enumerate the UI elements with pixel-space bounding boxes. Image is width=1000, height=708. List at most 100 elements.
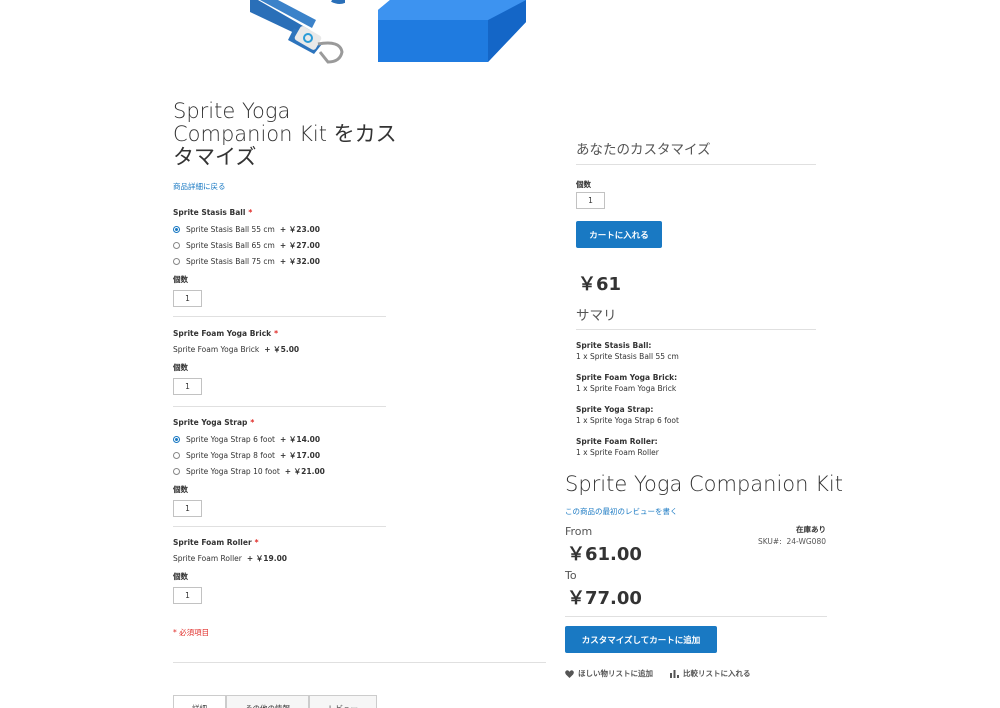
qty-label: 個数 xyxy=(173,485,188,494)
option-choice[interactable]: Sprite Yoga Strap 10 foot + ￥21.00 xyxy=(173,463,325,479)
radio-button[interactable] xyxy=(173,435,180,443)
summary-title: サマリ xyxy=(576,308,617,324)
tab-details[interactable]: 詳細 xyxy=(173,695,226,708)
qty-label: 個数 xyxy=(173,275,188,284)
sku: SKU#: 24-WG080 xyxy=(726,537,826,546)
product-name: Sprite Yoga Companion Kit xyxy=(565,472,843,496)
page-title-line: タマイズ xyxy=(173,145,257,169)
stock-status: 在庫あり xyxy=(796,525,826,534)
tab-reviews[interactable]: レビュー xyxy=(309,695,377,708)
summary-item-value: 1 x Sprite Foam Roller xyxy=(576,448,659,457)
required-star: * xyxy=(254,538,259,547)
choice-price: + ￥19.00 xyxy=(246,553,288,563)
qty-input[interactable]: 1 xyxy=(173,587,202,604)
sku-label: SKU#: xyxy=(757,537,782,546)
qty-input[interactable]: 1 xyxy=(173,290,202,307)
customization-title: あなたのカスタマイズ xyxy=(576,142,711,158)
radio-button[interactable] xyxy=(173,451,180,459)
page-title: Sprite Yoga Companion Kit をカス タマイズ xyxy=(173,100,403,169)
option-label: Sprite Stasis Ball * xyxy=(173,208,320,217)
back-to-details-link[interactable]: 商品詳細に戻る xyxy=(173,181,226,192)
option-choice[interactable]: Sprite Stasis Ball 55 cm + ￥23.00 xyxy=(173,221,320,237)
page-title-line: Companion Kit をカス xyxy=(173,122,397,146)
write-review-link[interactable]: この商品の最初のレビューを書く xyxy=(565,506,678,517)
add-to-compare-link[interactable]: 比較リストに入れる xyxy=(670,668,751,679)
option-choice[interactable]: Sprite Yoga Strap 6 foot + ￥14.00 xyxy=(173,431,325,447)
choice-name: Sprite Stasis Ball 75 cm xyxy=(186,256,275,266)
option-label: Sprite Yoga Strap * xyxy=(173,418,325,427)
summary-item: Sprite Stasis Ball: 1 x Sprite Stasis Ba… xyxy=(576,341,679,373)
choice-name: Sprite Yoga Strap 8 foot xyxy=(186,450,275,460)
summary-item-label: Sprite Stasis Ball: xyxy=(576,341,652,350)
tab-more-info[interactable]: その他の情報 xyxy=(226,695,309,708)
radio-button[interactable] xyxy=(173,467,180,475)
summary-item: Sprite Foam Yoga Brick: 1 x Sprite Foam … xyxy=(576,373,679,405)
yoga-strap-image xyxy=(250,0,345,64)
qty-label: 個数 xyxy=(576,180,591,189)
compare-label: 比較リストに入れる xyxy=(683,669,751,678)
radio-button[interactable] xyxy=(173,257,180,265)
choice-price: + ￥21.00 xyxy=(284,466,325,476)
choice-name: Sprite Foam Roller xyxy=(173,553,242,563)
add-to-cart-button[interactable]: カートに入れる xyxy=(576,221,662,248)
customize-add-to-cart-button[interactable]: カスタマイズしてカートに追加 xyxy=(565,626,717,653)
option-foam-brick: Sprite Foam Yoga Brick * Sprite Foam Yoga… xyxy=(173,329,299,395)
option-label-text: Sprite Stasis Ball xyxy=(173,208,246,217)
option-yoga-strap: Sprite Yoga Strap * Sprite Yoga Strap 6 f… xyxy=(173,418,325,517)
option-choice[interactable]: Sprite Stasis Ball 75 cm + ￥32.00 xyxy=(173,253,320,269)
option-label-text: Sprite Foam Roller xyxy=(173,538,252,547)
qty-input[interactable]: 1 xyxy=(173,500,202,517)
summary-item: Sprite Foam Roller: 1 x Sprite Foam Roll… xyxy=(576,437,679,469)
option-single: Sprite Foam Yoga Brick + ￥5.00 xyxy=(173,341,299,357)
summary-list: Sprite Stasis Ball: 1 x Sprite Stasis Ba… xyxy=(576,341,679,469)
choice-name: Sprite Yoga Strap 10 foot xyxy=(186,466,280,476)
required-star: * xyxy=(250,418,255,427)
choice-price: + ￥27.00 xyxy=(279,240,320,250)
add-to-wishlist-link[interactable]: ほしい物リストに追加 xyxy=(565,668,653,679)
divider xyxy=(565,616,827,617)
product-tabs: 詳細 その他の情報 レビュー xyxy=(173,695,377,708)
option-single: Sprite Foam Roller + ￥19.00 xyxy=(173,550,287,566)
page-title-line: Sprite Yoga xyxy=(173,99,291,123)
bar-chart-icon xyxy=(670,669,679,678)
yoga-brick-image xyxy=(378,0,526,62)
summary-item-value: 1 x Sprite Foam Yoga Brick xyxy=(576,384,677,393)
cart-qty-input[interactable]: 1 xyxy=(576,192,605,209)
divider xyxy=(576,329,816,330)
radio-button[interactable] xyxy=(173,225,180,233)
choice-name: Sprite Stasis Ball 55 cm xyxy=(186,224,275,234)
wishlist-label: ほしい物リストに追加 xyxy=(578,669,653,678)
qty-input[interactable]: 1 xyxy=(173,378,202,395)
option-label: Sprite Foam Roller * xyxy=(173,538,287,547)
to-price: ￥77.00 xyxy=(567,588,642,609)
divider xyxy=(576,164,816,165)
divider xyxy=(173,316,386,317)
configured-price: ￥61 xyxy=(578,274,622,295)
divider xyxy=(173,526,386,527)
required-note: * 必須項目 xyxy=(173,628,210,637)
summary-item-value: 1 x Sprite Yoga Strap 6 foot xyxy=(576,416,679,425)
summary-item-label: Sprite Foam Yoga Brick: xyxy=(576,373,678,382)
summary-item-value: 1 x Sprite Stasis Ball 55 cm xyxy=(576,352,679,361)
choice-name: Sprite Stasis Ball 65 cm xyxy=(186,240,275,250)
required-star: * xyxy=(274,329,279,338)
option-label-text: Sprite Yoga Strap xyxy=(173,418,248,427)
choice-price: + ￥32.00 xyxy=(279,256,320,266)
summary-item: Sprite Yoga Strap: 1 x Sprite Yoga Strap… xyxy=(576,405,679,437)
qty-label: 個数 xyxy=(173,363,188,372)
choice-name: Sprite Yoga Strap 6 foot xyxy=(186,434,275,444)
summary-item-label: Sprite Yoga Strap: xyxy=(576,405,654,414)
qty-label: 個数 xyxy=(173,572,188,581)
radio-button[interactable] xyxy=(173,241,180,249)
option-choice[interactable]: Sprite Stasis Ball 65 cm + ￥27.00 xyxy=(173,237,320,253)
choice-price: + ￥5.00 xyxy=(264,344,300,354)
divider xyxy=(173,662,546,663)
choice-price: + ￥14.00 xyxy=(279,434,321,444)
option-label: Sprite Foam Yoga Brick * xyxy=(173,329,299,338)
heart-icon xyxy=(565,669,574,678)
option-choice[interactable]: Sprite Yoga Strap 8 foot + ￥17.00 xyxy=(173,447,325,463)
choice-name: Sprite Foam Yoga Brick xyxy=(173,344,260,354)
option-foam-roller: Sprite Foam Roller * Sprite Foam Roller + … xyxy=(173,538,287,604)
option-stasis-ball: Sprite Stasis Ball * Sprite Stasis Ball 5… xyxy=(173,208,320,307)
required-star: * xyxy=(248,208,253,217)
